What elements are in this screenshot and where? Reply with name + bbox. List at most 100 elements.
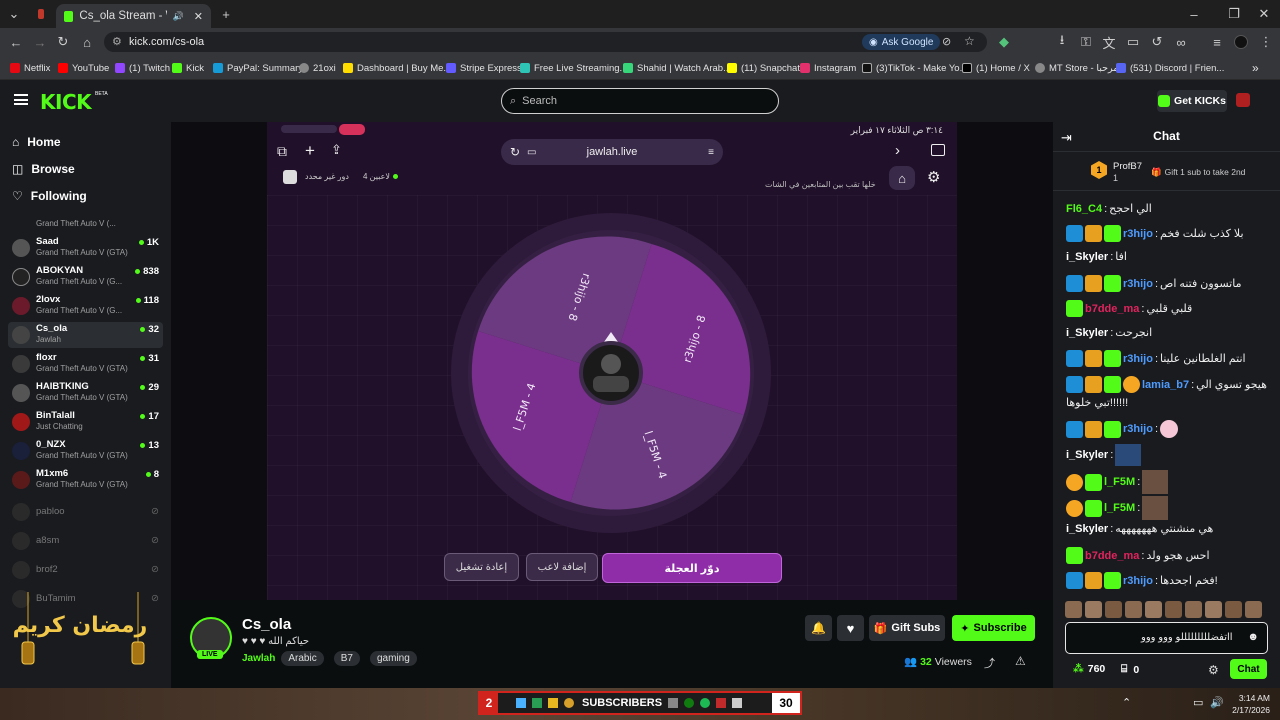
card-icon[interactable]: ▭ — [1125, 34, 1141, 50]
spotify-icon[interactable] — [700, 698, 711, 708]
key-icon[interactable]: ⚿ — [1078, 34, 1094, 50]
reload-icon[interactable]: ↻ — [55, 34, 71, 50]
new-tab-icon[interactable]: + — [218, 6, 234, 22]
emote-strip[interactable] — [1065, 601, 1265, 619]
restore-icon[interactable]: ❐ — [1226, 6, 1242, 22]
tag-chip[interactable]: gaming — [369, 651, 417, 666]
chat-username[interactable]: r3hijo — [1123, 278, 1153, 290]
app-icon[interactable] — [732, 698, 743, 708]
eye-off-icon[interactable]: ⊘ — [942, 35, 951, 48]
restart-button[interactable]: إعادة تشغيل — [444, 553, 519, 581]
emote-icon[interactable] — [1165, 601, 1182, 618]
chat-username[interactable]: r3hijo — [1123, 423, 1153, 435]
chat-username[interactable]: r3hijo — [1123, 353, 1153, 365]
chat-username[interactable]: i_Skyler — [1066, 251, 1108, 263]
chat-username[interactable]: lamia_b7 — [1142, 379, 1189, 391]
app-icon[interactable] — [668, 698, 679, 708]
sidebar-channel[interactable]: M1xm6 Grand Theft Auto V (GTA) 8 — [8, 467, 163, 493]
sidebar-channel[interactable]: 2lovx Grand Theft Auto V (G... 118 — [8, 293, 163, 319]
ask-google-button[interactable]: ◉ Ask Google — [862, 34, 941, 50]
add-player-button[interactable]: إضافة لاعب — [526, 553, 598, 581]
home-icon[interactable]: ⌂ — [79, 34, 95, 50]
bookmark-item[interactable]: Kick — [172, 60, 204, 76]
sidebar-channel[interactable]: BinTalall Just Chatting 17 — [8, 409, 163, 435]
address-bar[interactable]: ⚙ kick.com/cs-ola ◉ Ask Google ⊘ ☆ — [104, 32, 987, 52]
excel-icon[interactable] — [532, 698, 542, 708]
chat-username[interactable]: i_Skyler — [1066, 449, 1108, 461]
report-icon[interactable]: ⚠ — [1015, 654, 1026, 668]
bookmark-item[interactable]: Instagram — [800, 60, 856, 76]
nav-following[interactable]: ♡ Following — [12, 189, 87, 203]
history-icon[interactable]: ↺ — [1149, 34, 1165, 50]
site-info-icon[interactable]: ⚙ — [112, 35, 122, 48]
bookmark-item[interactable]: Dashboard | Buy Me... — [343, 60, 451, 76]
nav-home[interactable]: ⌂ Home — [12, 135, 61, 149]
subscribe-button[interactable]: ✦ Subscribe — [952, 615, 1035, 641]
chat-username[interactable]: b7dde_ma — [1085, 303, 1139, 315]
profile-avatar[interactable] — [1234, 35, 1248, 49]
close-icon[interactable]: ✕ — [194, 10, 203, 23]
notification-bell-icon[interactable]: 🔔 — [805, 615, 832, 641]
category-link[interactable]: Jawlah — [242, 653, 275, 664]
spin-wheel-button[interactable]: دوّر العجلة — [602, 553, 782, 583]
app-chat-icon[interactable] — [283, 170, 297, 184]
bookmarks-overflow-icon[interactable]: » — [1252, 60, 1259, 76]
bookmark-item[interactable]: Netflix — [10, 60, 50, 76]
gift-subs-button[interactable]: 🎁 Gift Subs — [869, 615, 945, 641]
chat-username[interactable]: Fl6_C4 — [1066, 203, 1102, 215]
emote-icon[interactable] — [1065, 601, 1082, 618]
phone-url-bar[interactable]: ↻ ▭ jawlah.live ≡ — [501, 139, 723, 165]
sidebar-channel[interactable]: HAIBTKING Grand Theft Auto V (GTA) 29 — [8, 380, 163, 406]
phone-reload-icon[interactable]: ↻ — [510, 145, 520, 159]
sidebar-channel[interactable]: 0_NZX Grand Theft Auto V (GTA) 13 — [8, 438, 163, 464]
bookmark-item[interactable]: YouTube — [58, 60, 109, 76]
redeem-count[interactable]: ⌸ 0 — [1121, 663, 1139, 676]
back-icon[interactable]: ← — [8, 34, 24, 50]
download-icon[interactable]: ⭳ — [1054, 32, 1070, 50]
channel-points[interactable]: ⁂ 760 — [1073, 663, 1105, 675]
tag-chip[interactable]: Arabic — [281, 651, 324, 666]
minimize-icon[interactable]: – — [1186, 6, 1202, 22]
user-avatar[interactable] — [1236, 93, 1250, 107]
volume-icon[interactable]: 🔊 — [1210, 696, 1224, 709]
app-home-icon[interactable]: ⌂ — [889, 166, 915, 190]
app-icon[interactable] — [716, 698, 727, 708]
sidebar-channel[interactable]: ABOKYAN Grand Theft Auto V (G... 838 — [8, 264, 163, 290]
emoji-icon[interactable]: ☻ — [1247, 631, 1259, 643]
plus-icon[interactable]: + — [305, 141, 315, 161]
streamer-name[interactable]: Cs_ola — [242, 616, 291, 633]
tabs-icon[interactable]: ⧉ — [277, 143, 287, 160]
chrome-icon[interactable] — [564, 698, 574, 708]
search-input[interactable]: ⌕ Search — [501, 88, 779, 114]
gift-prompt[interactable]: 🎁 Gift 1 sub to take 2nd — [1151, 167, 1245, 178]
tray-arrow-icon[interactable]: ⌃ — [1122, 696, 1131, 709]
xbox-icon[interactable] — [684, 698, 695, 708]
link-icon[interactable]: ∞ — [1173, 34, 1189, 50]
send-chat-button[interactable]: Chat — [1230, 659, 1267, 679]
chat-username[interactable]: l_F5M — [1104, 502, 1135, 514]
tag-chip[interactable]: B7 — [333, 651, 360, 666]
clock[interactable]: 3:14 AM 2/17/2026 — [1228, 693, 1270, 715]
sidebar-toggle-icon[interactable] — [931, 144, 945, 156]
menu-icon[interactable]: ⋮ — [1258, 34, 1274, 50]
bookmark-item[interactable]: MT Store - مرحبا — [1035, 60, 1118, 76]
sidebar-channel-active[interactable]: Cs_ola Jawlah 32 — [8, 322, 163, 348]
emote-icon[interactable] — [1245, 601, 1262, 618]
share-icon[interactable]: ⇪ — [331, 142, 342, 158]
forward-icon[interactable]: → — [32, 34, 48, 50]
bookmark-item[interactable]: (11) Snapchat — [727, 60, 800, 76]
chat-username[interactable]: i_Skyler — [1066, 523, 1108, 535]
nav-browse[interactable]: ◫ Browse — [12, 162, 75, 176]
emote-icon[interactable] — [1205, 601, 1222, 618]
get-kicks-button[interactable]: Get KICKs — [1157, 90, 1227, 112]
emote-icon[interactable] — [1125, 601, 1142, 618]
spin-wheel[interactable]: r3hijo - 8 r3hijo - 8 l_F5M - 4 l_F5M - … — [450, 212, 772, 534]
chat-username[interactable]: i_Skyler — [1066, 327, 1108, 339]
chat-input[interactable]: ااتفضلللللللللو ووو ووو ☻ — [1065, 622, 1268, 654]
emote-icon[interactable] — [1085, 601, 1102, 618]
folder-icon[interactable] — [548, 698, 558, 708]
network-icon[interactable]: ▭ — [1193, 696, 1203, 709]
bookmark-item[interactable]: (531) Discord | Frien... — [1116, 60, 1224, 76]
bookmark-item[interactable]: Stripe Express — [446, 60, 522, 76]
emote-icon[interactable] — [1185, 601, 1202, 618]
